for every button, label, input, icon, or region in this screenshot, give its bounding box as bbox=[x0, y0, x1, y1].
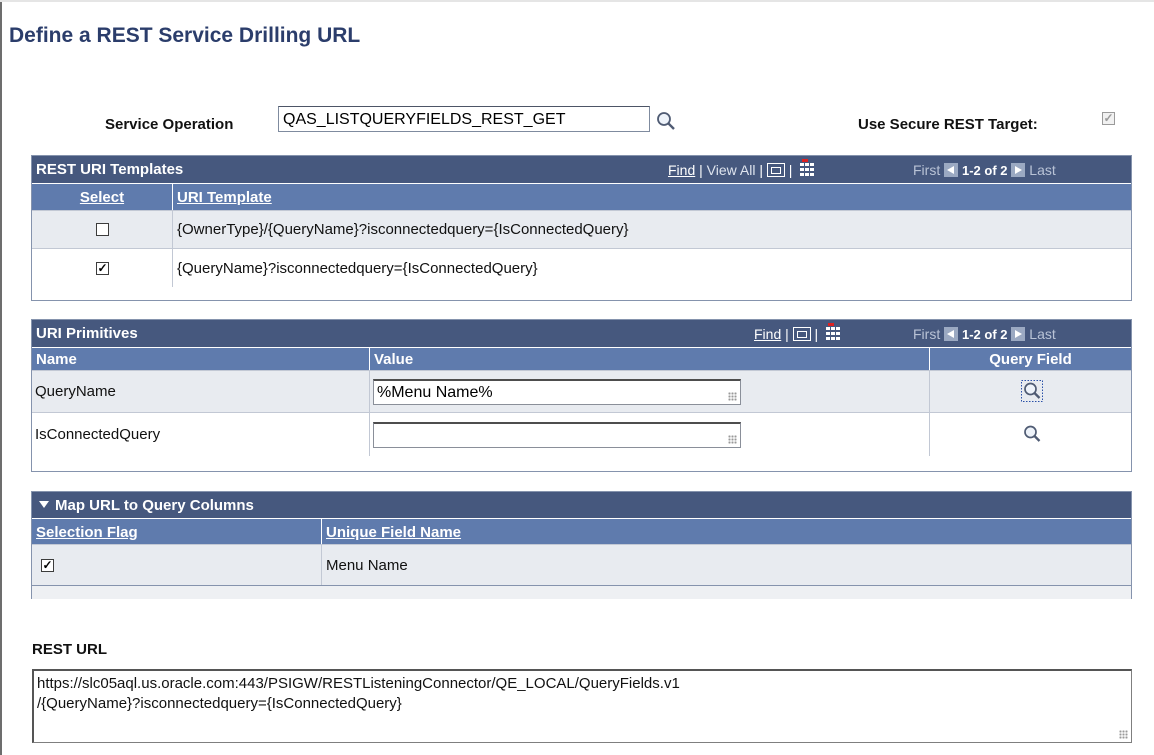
zoom-icon[interactable] bbox=[766, 163, 785, 177]
first-link[interactable]: First bbox=[913, 326, 940, 342]
select-cell: ✓ bbox=[32, 249, 173, 287]
primitive-value-input[interactable]: %Menu Name% bbox=[373, 379, 741, 405]
resize-grip-icon[interactable] bbox=[728, 435, 737, 444]
table-row: ✓ {QueryName}?isconnectedquery={IsConnec… bbox=[32, 248, 1131, 287]
next-icon[interactable] bbox=[1011, 327, 1026, 341]
section-title[interactable]: Map URL to Query Columns bbox=[39, 497, 254, 514]
secure-rest-target-label: Use Secure REST Target: bbox=[858, 116, 1038, 133]
rest-url-label: REST URL bbox=[32, 641, 107, 658]
section-header[interactable]: Map URL to Query Columns bbox=[32, 492, 1131, 518]
uri-primitives-grid: URI Primitives Find | | First 1-2 of 2 L… bbox=[31, 319, 1132, 472]
selection-flag-checkbox[interactable]: ✓ bbox=[41, 559, 54, 572]
table-row: QueryName %Menu Name% bbox=[32, 370, 1131, 412]
row-select-checkbox[interactable] bbox=[96, 223, 109, 236]
grid-pager: First 1-2 of 2 Last bbox=[913, 326, 1056, 342]
nav-separator: | bbox=[785, 326, 789, 342]
rest-url-line: /{QueryName}?isconnectedquery={IsConnect… bbox=[37, 695, 402, 712]
last-link[interactable]: Last bbox=[1029, 162, 1055, 178]
primitive-name: QueryName bbox=[35, 383, 116, 400]
first-link[interactable]: First bbox=[913, 162, 940, 178]
window-left-border bbox=[0, 0, 2, 755]
grid-title: REST URI Templates bbox=[36, 161, 184, 178]
query-field-lookup-icon[interactable] bbox=[1021, 380, 1043, 402]
previous-icon[interactable] bbox=[944, 163, 959, 177]
grid-header: URI Primitives Find | | First 1-2 of 2 L… bbox=[32, 320, 1131, 347]
zoom-icon[interactable] bbox=[792, 327, 811, 341]
table-row: ✓ Menu Name bbox=[32, 544, 1131, 586]
resize-grip-icon[interactable] bbox=[1119, 730, 1128, 739]
rest-uri-templates-grid: REST URI Templates Find | View All | | F… bbox=[31, 155, 1132, 301]
section-title-text: Map URL to Query Columns bbox=[55, 497, 254, 514]
page-title: Define a REST Service Drilling URL bbox=[9, 24, 361, 47]
table-row: IsConnectedQuery bbox=[32, 412, 1131, 456]
column-uri-template[interactable]: URI Template bbox=[173, 184, 1131, 210]
service-operation-label: Service Operation bbox=[105, 116, 234, 133]
previous-icon[interactable] bbox=[944, 327, 959, 341]
rest-url-textarea[interactable]: https://slc05aql.us.oracle.com:443/PSIGW… bbox=[32, 669, 1132, 743]
primitive-value-input[interactable] bbox=[373, 422, 741, 448]
column-selection-flag[interactable]: Selection Flag bbox=[32, 519, 322, 544]
nav-separator: | bbox=[759, 162, 763, 178]
rest-url-line: https://slc05aql.us.oracle.com:443/PSIGW… bbox=[37, 675, 680, 692]
nav-separator: | bbox=[788, 162, 793, 178]
grid-header: REST URI Templates Find | View All | | F… bbox=[32, 156, 1131, 183]
column-header-row: Selection Flag Unique Field Name bbox=[32, 518, 1131, 544]
column-select[interactable]: Select bbox=[32, 184, 173, 210]
grid-title: URI Primitives bbox=[36, 325, 138, 342]
service-operation-field[interactable]: QAS_LISTQUERYFIELDS_REST_GET bbox=[278, 106, 650, 132]
collapse-arrow-icon[interactable] bbox=[39, 501, 49, 508]
primitive-value-text: %Menu Name% bbox=[377, 384, 493, 401]
select-cell bbox=[32, 211, 173, 248]
grid-pager: First 1-2 of 2 Last bbox=[913, 162, 1056, 178]
last-link[interactable]: Last bbox=[1029, 326, 1055, 342]
uri-template-text: {QueryName}?isconnectedquery={IsConnecte… bbox=[177, 260, 538, 277]
download-grid-icon[interactable] bbox=[825, 323, 840, 341]
query-field-lookup-icon[interactable] bbox=[1021, 423, 1043, 445]
primitive-name: IsConnectedQuery bbox=[35, 426, 161, 443]
view-all-link[interactable]: View All bbox=[707, 162, 756, 178]
resize-grip-icon[interactable] bbox=[728, 392, 737, 401]
column-name: Name bbox=[32, 348, 370, 370]
nav-separator: | bbox=[699, 162, 703, 178]
row-count: 1-2 of 2 bbox=[962, 163, 1008, 178]
table-row: {OwnerType}/{QueryName}?isconnectedquery… bbox=[32, 210, 1131, 248]
section-footer bbox=[32, 586, 1131, 599]
column-query-field: Query Field bbox=[989, 351, 1072, 368]
next-icon[interactable] bbox=[1011, 163, 1026, 177]
unique-field-name: Menu Name bbox=[326, 557, 408, 574]
grid-navigation: Find | | bbox=[754, 323, 840, 342]
window-top-border bbox=[0, 0, 1154, 2]
row-count: 1-2 of 2 bbox=[962, 327, 1008, 342]
find-link[interactable]: Find bbox=[668, 162, 695, 178]
uri-template-text: {OwnerType}/{QueryName}?isconnectedquery… bbox=[177, 221, 629, 238]
download-grid-icon[interactable] bbox=[800, 159, 815, 177]
map-url-query-columns-section: Map URL to Query Columns Selection Flag … bbox=[31, 491, 1132, 599]
row-select-checkbox[interactable]: ✓ bbox=[96, 262, 109, 275]
secure-rest-target-checkbox[interactable]: ✓ bbox=[1102, 112, 1115, 125]
column-unique-field-name[interactable]: Unique Field Name bbox=[322, 519, 1131, 544]
nav-separator: | bbox=[814, 326, 819, 342]
grid-navigation: Find | View All | | bbox=[668, 159, 815, 178]
flag-cell: ✓ bbox=[32, 545, 322, 585]
search-icon[interactable] bbox=[655, 110, 677, 132]
find-link[interactable]: Find bbox=[754, 326, 781, 342]
column-value: Value bbox=[370, 348, 930, 370]
column-header-row: Select URI Template bbox=[32, 183, 1131, 210]
column-header-row: Name Value Query Field bbox=[32, 347, 1131, 370]
